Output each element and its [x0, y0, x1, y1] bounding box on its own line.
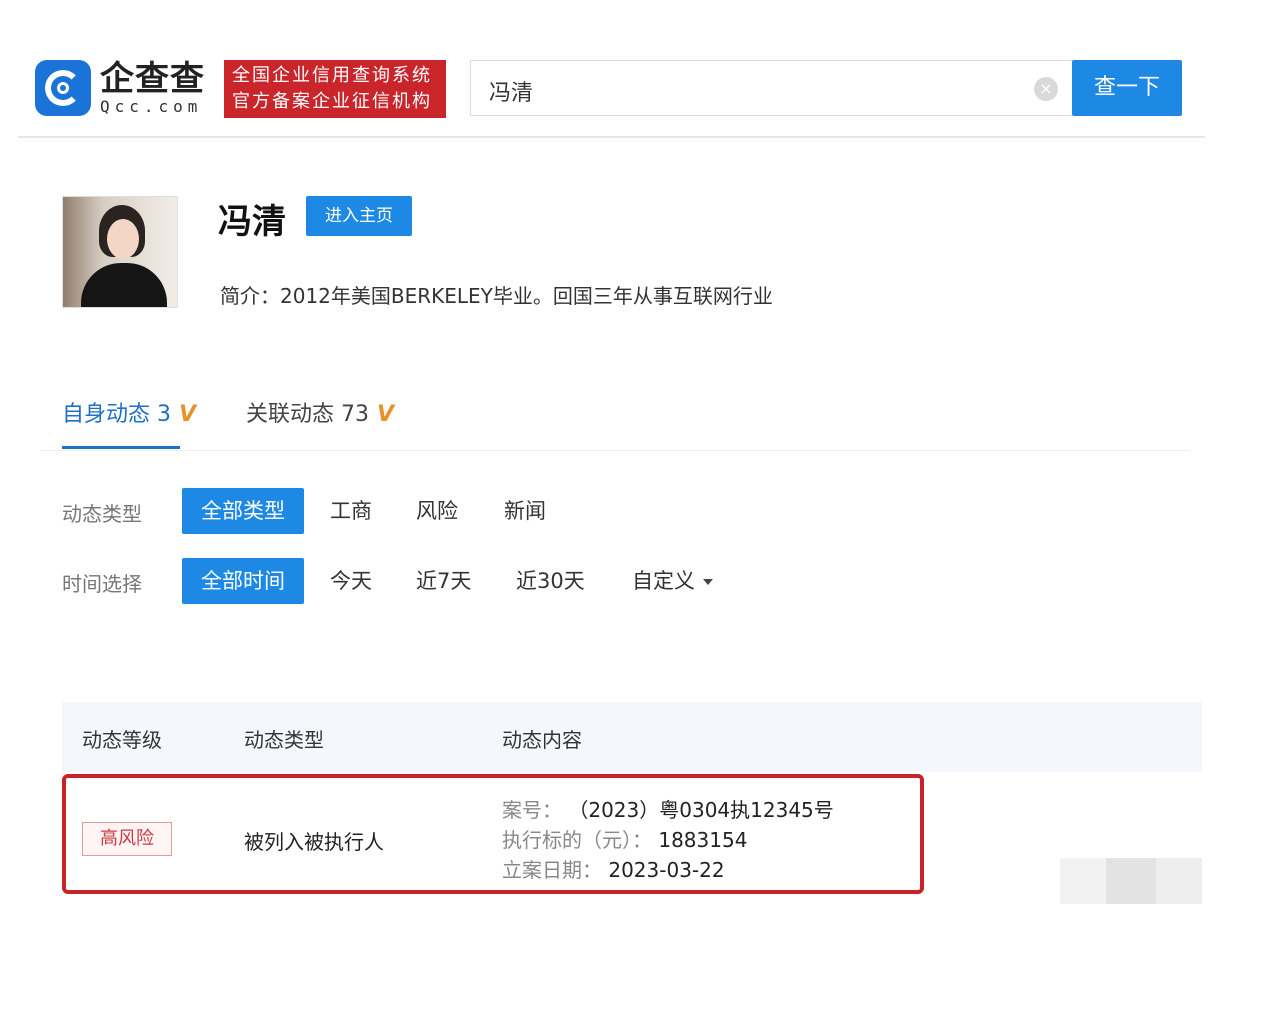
amount-line: 执行标的（元）： 1883154	[502, 824, 747, 853]
time-option-7days[interactable]: 近7天	[416, 558, 471, 604]
type-option-risk[interactable]: 风险	[416, 488, 458, 534]
case-number-line: 案号： （2023）粤0304执12345号	[502, 794, 834, 823]
tab-related-activity-label: 关联动态 73	[246, 402, 369, 427]
vip-icon: V	[377, 402, 395, 427]
table-header: 动态等级 动态类型 动态内容	[62, 702, 1202, 772]
filing-date-label: 立案日期：	[502, 858, 602, 882]
amount-value: 1883154	[658, 828, 748, 852]
type-option-all[interactable]: 全部类型	[182, 488, 304, 534]
brand-name: 企查查	[100, 59, 205, 99]
profile-intro: 简介：2012年美国BERKELEY毕业。回国三年从事互联网行业	[220, 284, 773, 308]
type-option-business[interactable]: 工商	[330, 488, 372, 534]
search-input-value[interactable]: 冯清	[489, 75, 533, 107]
time-option-30days[interactable]: 近30天	[516, 558, 585, 604]
profile-name: 冯清	[218, 202, 286, 242]
qcc-logo-icon[interactable]	[35, 60, 91, 116]
tab-related-activity[interactable]: 关联动态 73 V	[246, 396, 394, 428]
column-header-level: 动态等级	[82, 728, 162, 752]
column-header-content: 动态内容	[502, 728, 582, 752]
profile-card: 冯清 进入主页 简介：2012年美国BERKELEY毕业。回国三年从事互联网行业	[40, 162, 1190, 342]
time-option-all[interactable]: 全部时间	[182, 558, 304, 604]
tab-self-activity-label: 自身动态 3	[62, 402, 171, 427]
tab-self-activity[interactable]: 自身动态 3 V	[62, 396, 196, 428]
activity-type: 被列入被执行人	[244, 830, 384, 854]
official-seal-banner: 全国企业信用查询系统 官方备案企业征信机构	[224, 60, 446, 118]
blurred-region	[1156, 858, 1202, 904]
time-filter-label: 时间选择	[62, 572, 142, 596]
brand-logo-text[interactable]: 企查查 Qcc.com	[100, 60, 220, 116]
brand-domain: Qcc.com	[100, 97, 203, 116]
search-button[interactable]: 查一下	[1072, 60, 1182, 116]
chevron-down-icon	[703, 579, 713, 585]
active-tab-indicator	[62, 446, 180, 449]
activity-panel: 自身动态 3 V 关联动态 73 V 动态类型 全部类型 工商 风险 新闻 时间选择…	[40, 372, 1190, 662]
blurred-region	[1060, 858, 1110, 904]
filing-date-line: 立案日期： 2023-03-22	[502, 854, 725, 883]
seal-line-1: 全国企业信用查询系统	[232, 65, 432, 86]
blurred-region	[1106, 858, 1156, 904]
seal-line-2: 官方备案企业征信机构	[232, 91, 432, 112]
site-header: 企查查 Qcc.com 全国企业信用查询系统 官方备案企业征信机构 冯清 × 查…	[18, 40, 1205, 138]
clear-icon[interactable]: ×	[1034, 77, 1058, 101]
case-number-label: 案号：	[502, 798, 562, 822]
enter-homepage-button[interactable]: 进入主页	[306, 196, 412, 236]
time-option-today[interactable]: 今天	[330, 558, 372, 604]
table-row[interactable]: 高风险 被列入被执行人 案号： （2023）粤0304执12345号 执行标的（…	[62, 774, 924, 894]
tab-divider	[40, 450, 1190, 451]
vip-icon: V	[179, 402, 197, 427]
avatar	[62, 196, 178, 308]
type-filter-label: 动态类型	[62, 502, 142, 526]
case-number-value: （2023）粤0304执12345号	[568, 798, 834, 822]
time-option-custom[interactable]: 自定义	[632, 558, 713, 604]
risk-level-badge: 高风险	[82, 822, 172, 856]
type-option-news[interactable]: 新闻	[504, 488, 546, 534]
time-option-custom-label: 自定义	[632, 569, 695, 593]
search-input[interactable]: 冯清 ×	[470, 60, 1072, 116]
filing-date-value: 2023-03-22	[608, 858, 725, 882]
amount-label: 执行标的（元）：	[502, 828, 652, 852]
column-header-type: 动态类型	[244, 728, 324, 752]
